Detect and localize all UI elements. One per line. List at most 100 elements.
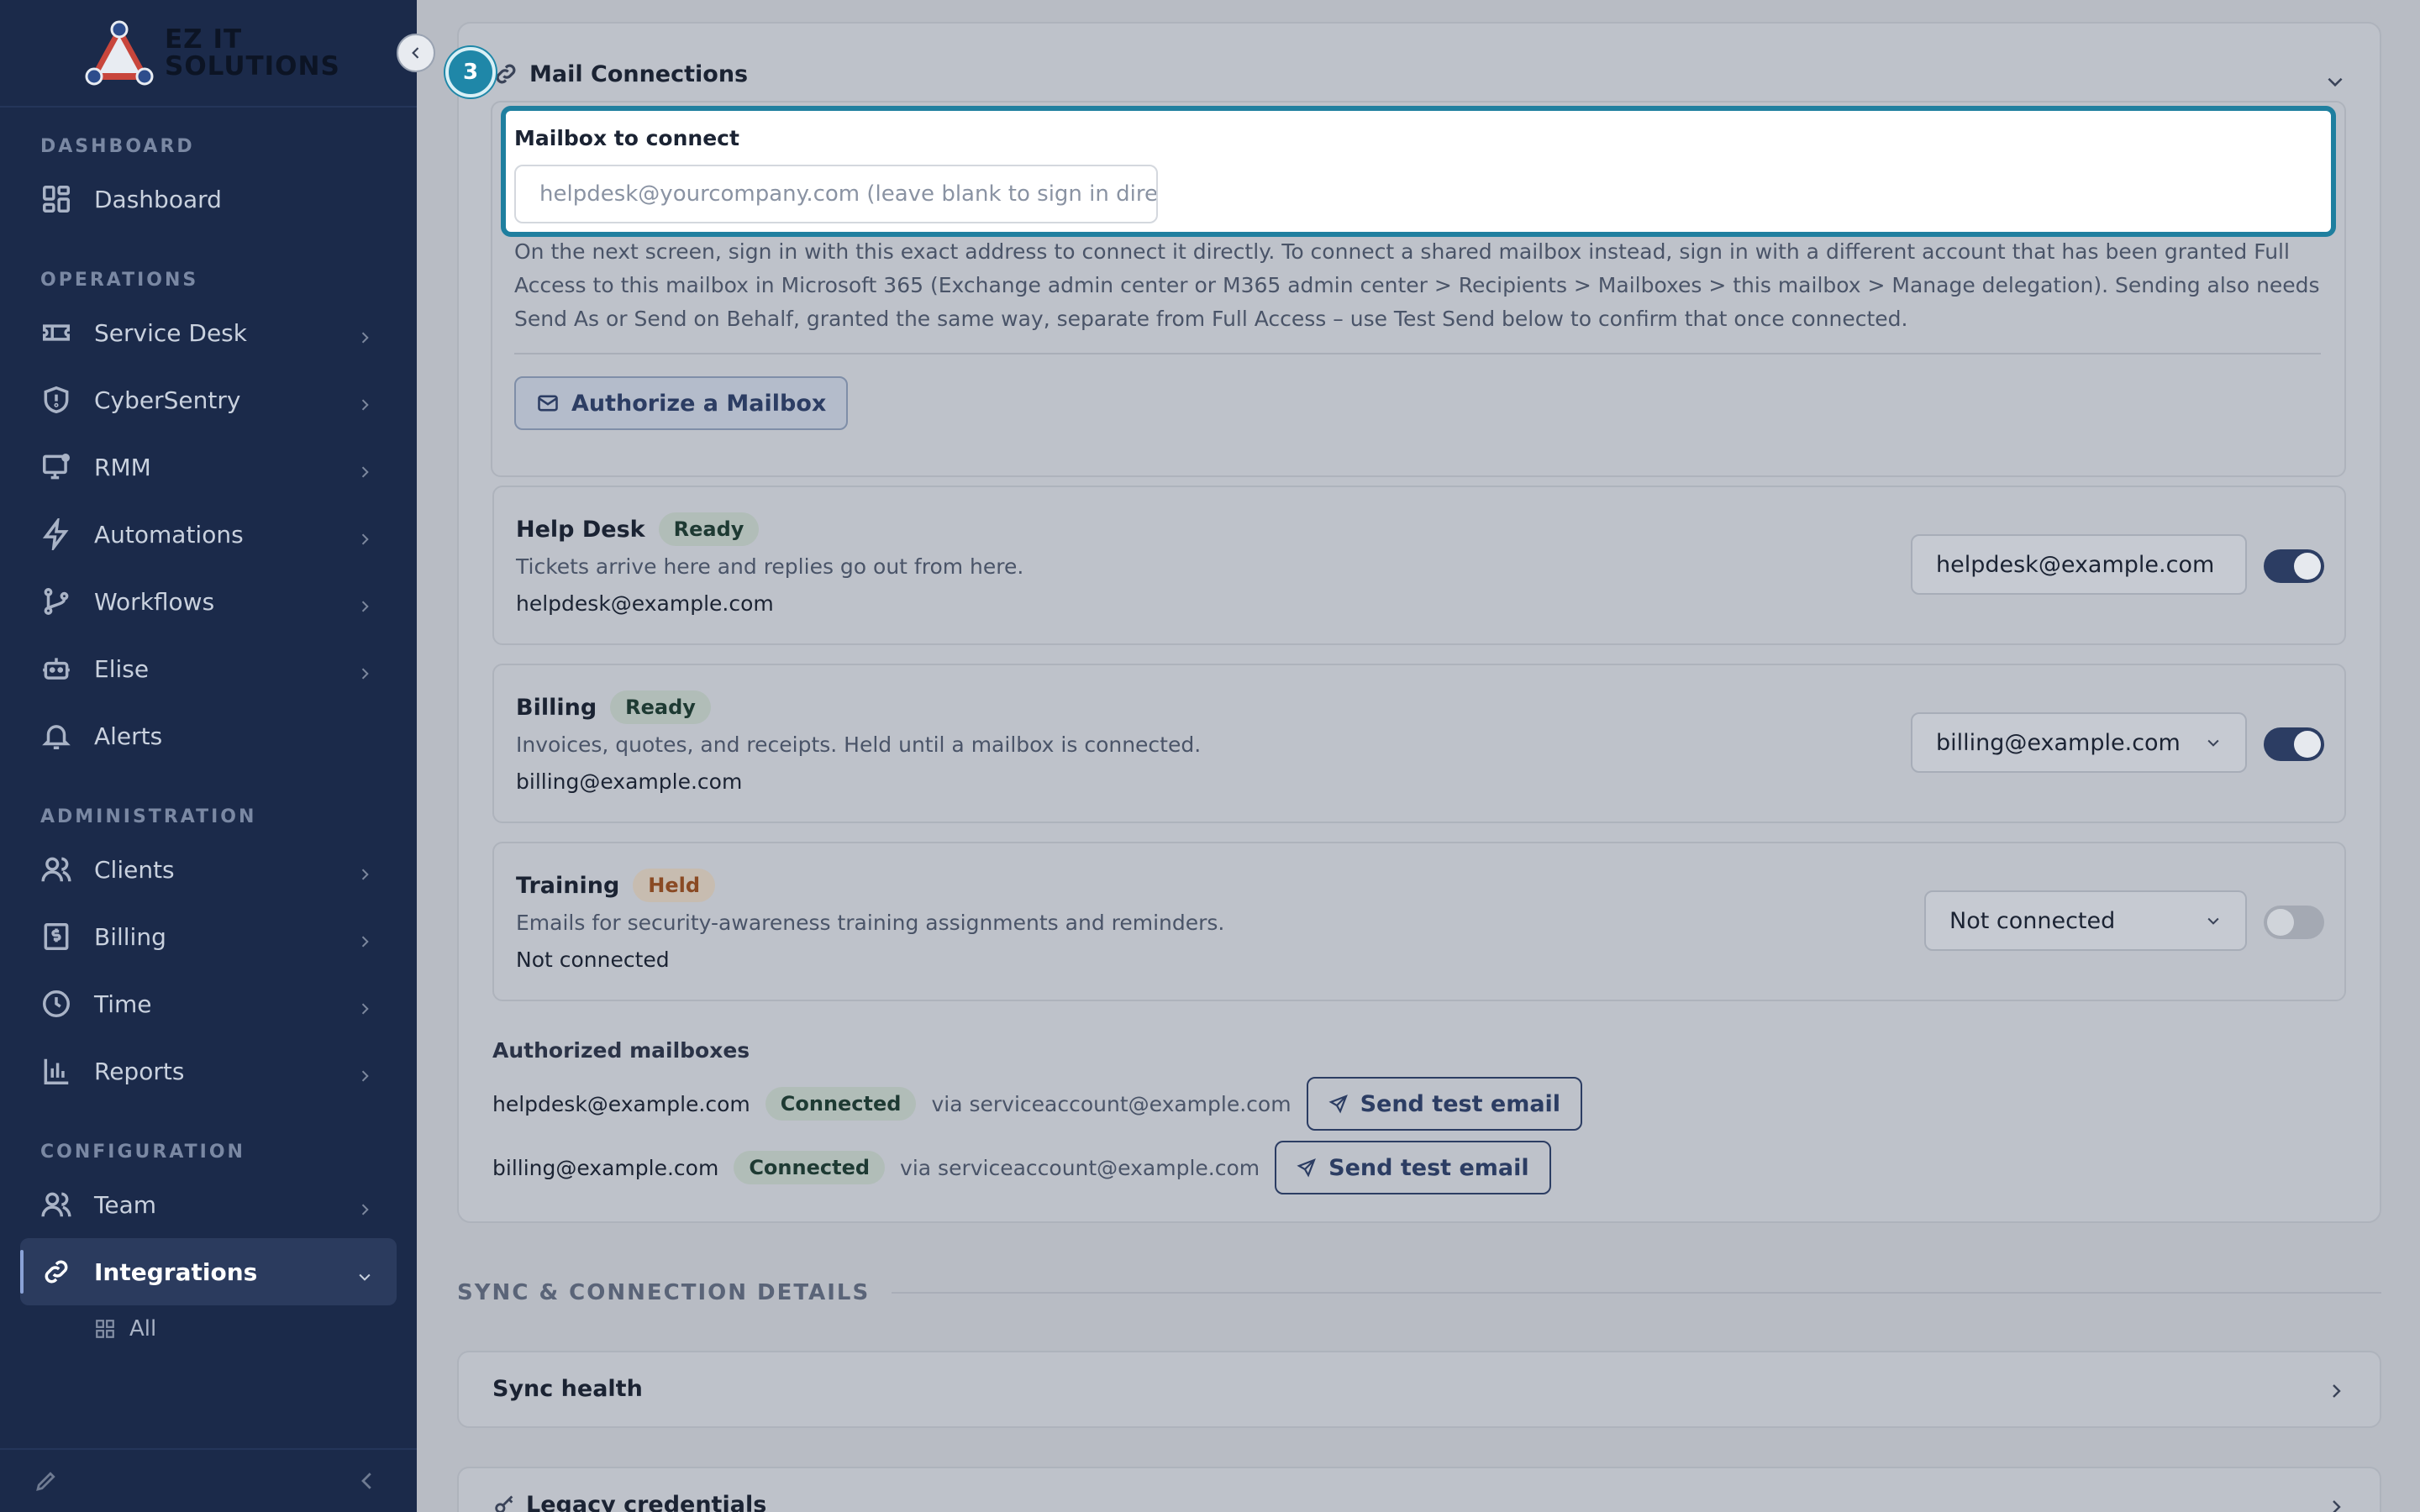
via-account: via serviceaccount@example.com xyxy=(931,1091,1292,1116)
collapse-chevron[interactable] xyxy=(2324,71,2346,92)
sidebar-item-clients[interactable]: Clients xyxy=(0,836,417,903)
legacy-credentials-header: Legacy credentials xyxy=(492,1492,766,1512)
row-title: Help Desk Ready xyxy=(516,512,760,546)
chevron-right-icon xyxy=(356,1063,373,1082)
enable-toggle[interactable] xyxy=(2264,727,2324,761)
robot-icon xyxy=(40,653,72,685)
shield-icon xyxy=(40,384,72,416)
legacy-credentials-card[interactable]: Legacy credentials xyxy=(457,1467,2381,1512)
sidebar-item-billing[interactable]: Billing xyxy=(0,903,417,970)
send-test-email-button[interactable]: Send test email xyxy=(1275,1141,1551,1194)
sidebar-item-service-desk[interactable]: Service Desk xyxy=(0,299,417,366)
row-title-text: Help Desk xyxy=(516,516,645,543)
sidebar-item-label: Time xyxy=(94,990,152,1018)
sidebar-item-integrations[interactable]: Integrations xyxy=(20,1238,397,1305)
sidebar-item-alerts[interactable]: Alerts xyxy=(0,702,417,769)
chevron-left-icon[interactable] xyxy=(355,1468,380,1494)
mail-icon xyxy=(538,395,558,412)
section-label-dashboard: DASHBOARD xyxy=(40,136,195,157)
send-test-email-label: Send test email xyxy=(1328,1154,1529,1181)
key-icon xyxy=(495,1495,513,1512)
sidebar-item-label: Integrations xyxy=(94,1257,258,1286)
logo-icon xyxy=(85,20,154,86)
row-title-text: Billing xyxy=(516,694,597,721)
sidebar-item-automations[interactable]: Automations xyxy=(0,501,417,568)
section-label-operations: OPERATIONS xyxy=(40,270,199,291)
mailbox-help-text: On the next screen, sign in with this ex… xyxy=(514,239,2320,331)
authorize-mailbox-button[interactable]: Authorize a Mailbox xyxy=(514,376,849,430)
sidebar-item-time[interactable]: Time xyxy=(0,970,417,1037)
authorized-address: billing@example.com xyxy=(492,1155,719,1180)
row-description: Emails for security-awareness training a… xyxy=(516,911,1225,935)
mailbox-select[interactable]: billing@example.com xyxy=(1911,712,2247,773)
send-test-email-button[interactable]: Send test email xyxy=(1306,1077,1583,1131)
chevron-right-icon xyxy=(2326,1381,2346,1401)
sidebar-item-label: Alerts xyxy=(94,722,163,750)
logo-line-2: SOLUTIONS xyxy=(165,51,340,81)
authorized-mailboxes-title: Authorized mailboxes xyxy=(492,1038,750,1063)
row-address: billing@example.com xyxy=(516,769,743,794)
row-title: Billing Ready xyxy=(516,690,711,724)
mailbox-select-value: helpdesk@example.com xyxy=(1936,551,2215,578)
sidebar-item-label: Clients xyxy=(94,855,175,884)
sync-health-card[interactable]: Sync health xyxy=(457,1351,2381,1428)
sidebar-item-label: Automations xyxy=(94,520,244,549)
row-address: helpdesk@example.com xyxy=(516,591,774,616)
chevron-right-icon xyxy=(356,1196,373,1215)
sidebar-item-team[interactable]: Team xyxy=(0,1171,417,1238)
mailbox-input-placeholder: helpdesk@yourcompany.com (leave blank to… xyxy=(539,181,1158,207)
sidebar-item-label: Team xyxy=(94,1190,157,1219)
sync-section-title: SYNC & CONNECTION DETAILS xyxy=(457,1280,871,1305)
sidebar-item-label: Service Desk xyxy=(94,318,247,347)
mail-row-help-desk: Help Desk Ready Tickets arrive here and … xyxy=(492,486,2346,645)
mail-connections-title: Mail Connections xyxy=(529,60,749,87)
logo[interactable]: EZ IT SOLUTIONS xyxy=(0,0,417,108)
sidebar-item-cybersentry[interactable]: CyberSentry xyxy=(0,366,417,433)
mail-row-billing: Billing Ready Invoices, quotes, and rece… xyxy=(492,664,2346,823)
send-icon xyxy=(1297,1158,1317,1178)
monitor-icon xyxy=(40,451,72,483)
authorize-mailbox-label: Authorize a Mailbox xyxy=(571,390,827,417)
sidebar-item-rmm[interactable]: RMM xyxy=(0,433,417,501)
sidebar-item-label: Reports xyxy=(94,1057,185,1085)
sidebar-item-workflows[interactable]: Workflows xyxy=(0,568,417,635)
collapse-sidebar-button[interactable] xyxy=(397,34,435,72)
sidebar-item-label: Billing xyxy=(94,922,166,951)
status-badge: Connected xyxy=(765,1087,917,1121)
bell-icon xyxy=(40,720,72,752)
status-badge: Connected xyxy=(734,1151,886,1184)
chevron-down-icon xyxy=(2207,917,2219,925)
receipt-icon xyxy=(40,921,72,953)
sidebar-item-dashboard[interactable]: Dashboard xyxy=(0,165,417,233)
via-account: via serviceaccount@example.com xyxy=(900,1155,1260,1180)
mailbox-input[interactable]: helpdesk@yourcompany.com (leave blank to… xyxy=(514,165,1158,223)
sidebar-item-label: Dashboard xyxy=(94,185,222,213)
mailbox-select[interactable]: helpdesk@example.com xyxy=(1911,534,2247,595)
chevron-right-icon xyxy=(356,391,373,411)
sidebar-subitem-label: All xyxy=(129,1316,157,1341)
chevron-right-icon xyxy=(356,459,373,478)
divider xyxy=(514,353,2321,354)
lightning-icon xyxy=(40,515,72,554)
mail-connections-header[interactable]: Mail Connections xyxy=(492,60,748,87)
enable-toggle[interactable] xyxy=(2264,906,2324,939)
sidebar-item-elise[interactable]: Elise xyxy=(0,635,417,702)
team-icon xyxy=(40,1189,72,1221)
pencil-icon[interactable] xyxy=(34,1468,59,1494)
status-badge: Ready xyxy=(658,512,760,546)
enable-toggle[interactable] xyxy=(2264,549,2324,583)
chevron-right-icon xyxy=(356,324,373,344)
chevron-right-icon xyxy=(356,928,373,948)
mailbox-select[interactable]: Not connected xyxy=(1924,890,2247,951)
divider xyxy=(892,1292,2381,1294)
sync-section-heading: SYNC & CONNECTION DETAILS xyxy=(457,1280,2381,1305)
sidebar-item-reports[interactable]: Reports xyxy=(0,1037,417,1105)
mailbox-to-connect-highlight: Mailbox to connect helpdesk@yourcompany.… xyxy=(501,106,2336,237)
authorized-address: helpdesk@example.com xyxy=(492,1091,750,1116)
sidebar-item-label: Elise xyxy=(94,654,150,683)
chevron-right-icon xyxy=(356,526,373,545)
grid-icon xyxy=(96,1320,114,1338)
sidebar-subitem-all[interactable]: All xyxy=(0,1305,417,1352)
chevron-down-icon xyxy=(2328,77,2343,87)
sidebar-item-label: CyberSentry xyxy=(94,386,241,414)
